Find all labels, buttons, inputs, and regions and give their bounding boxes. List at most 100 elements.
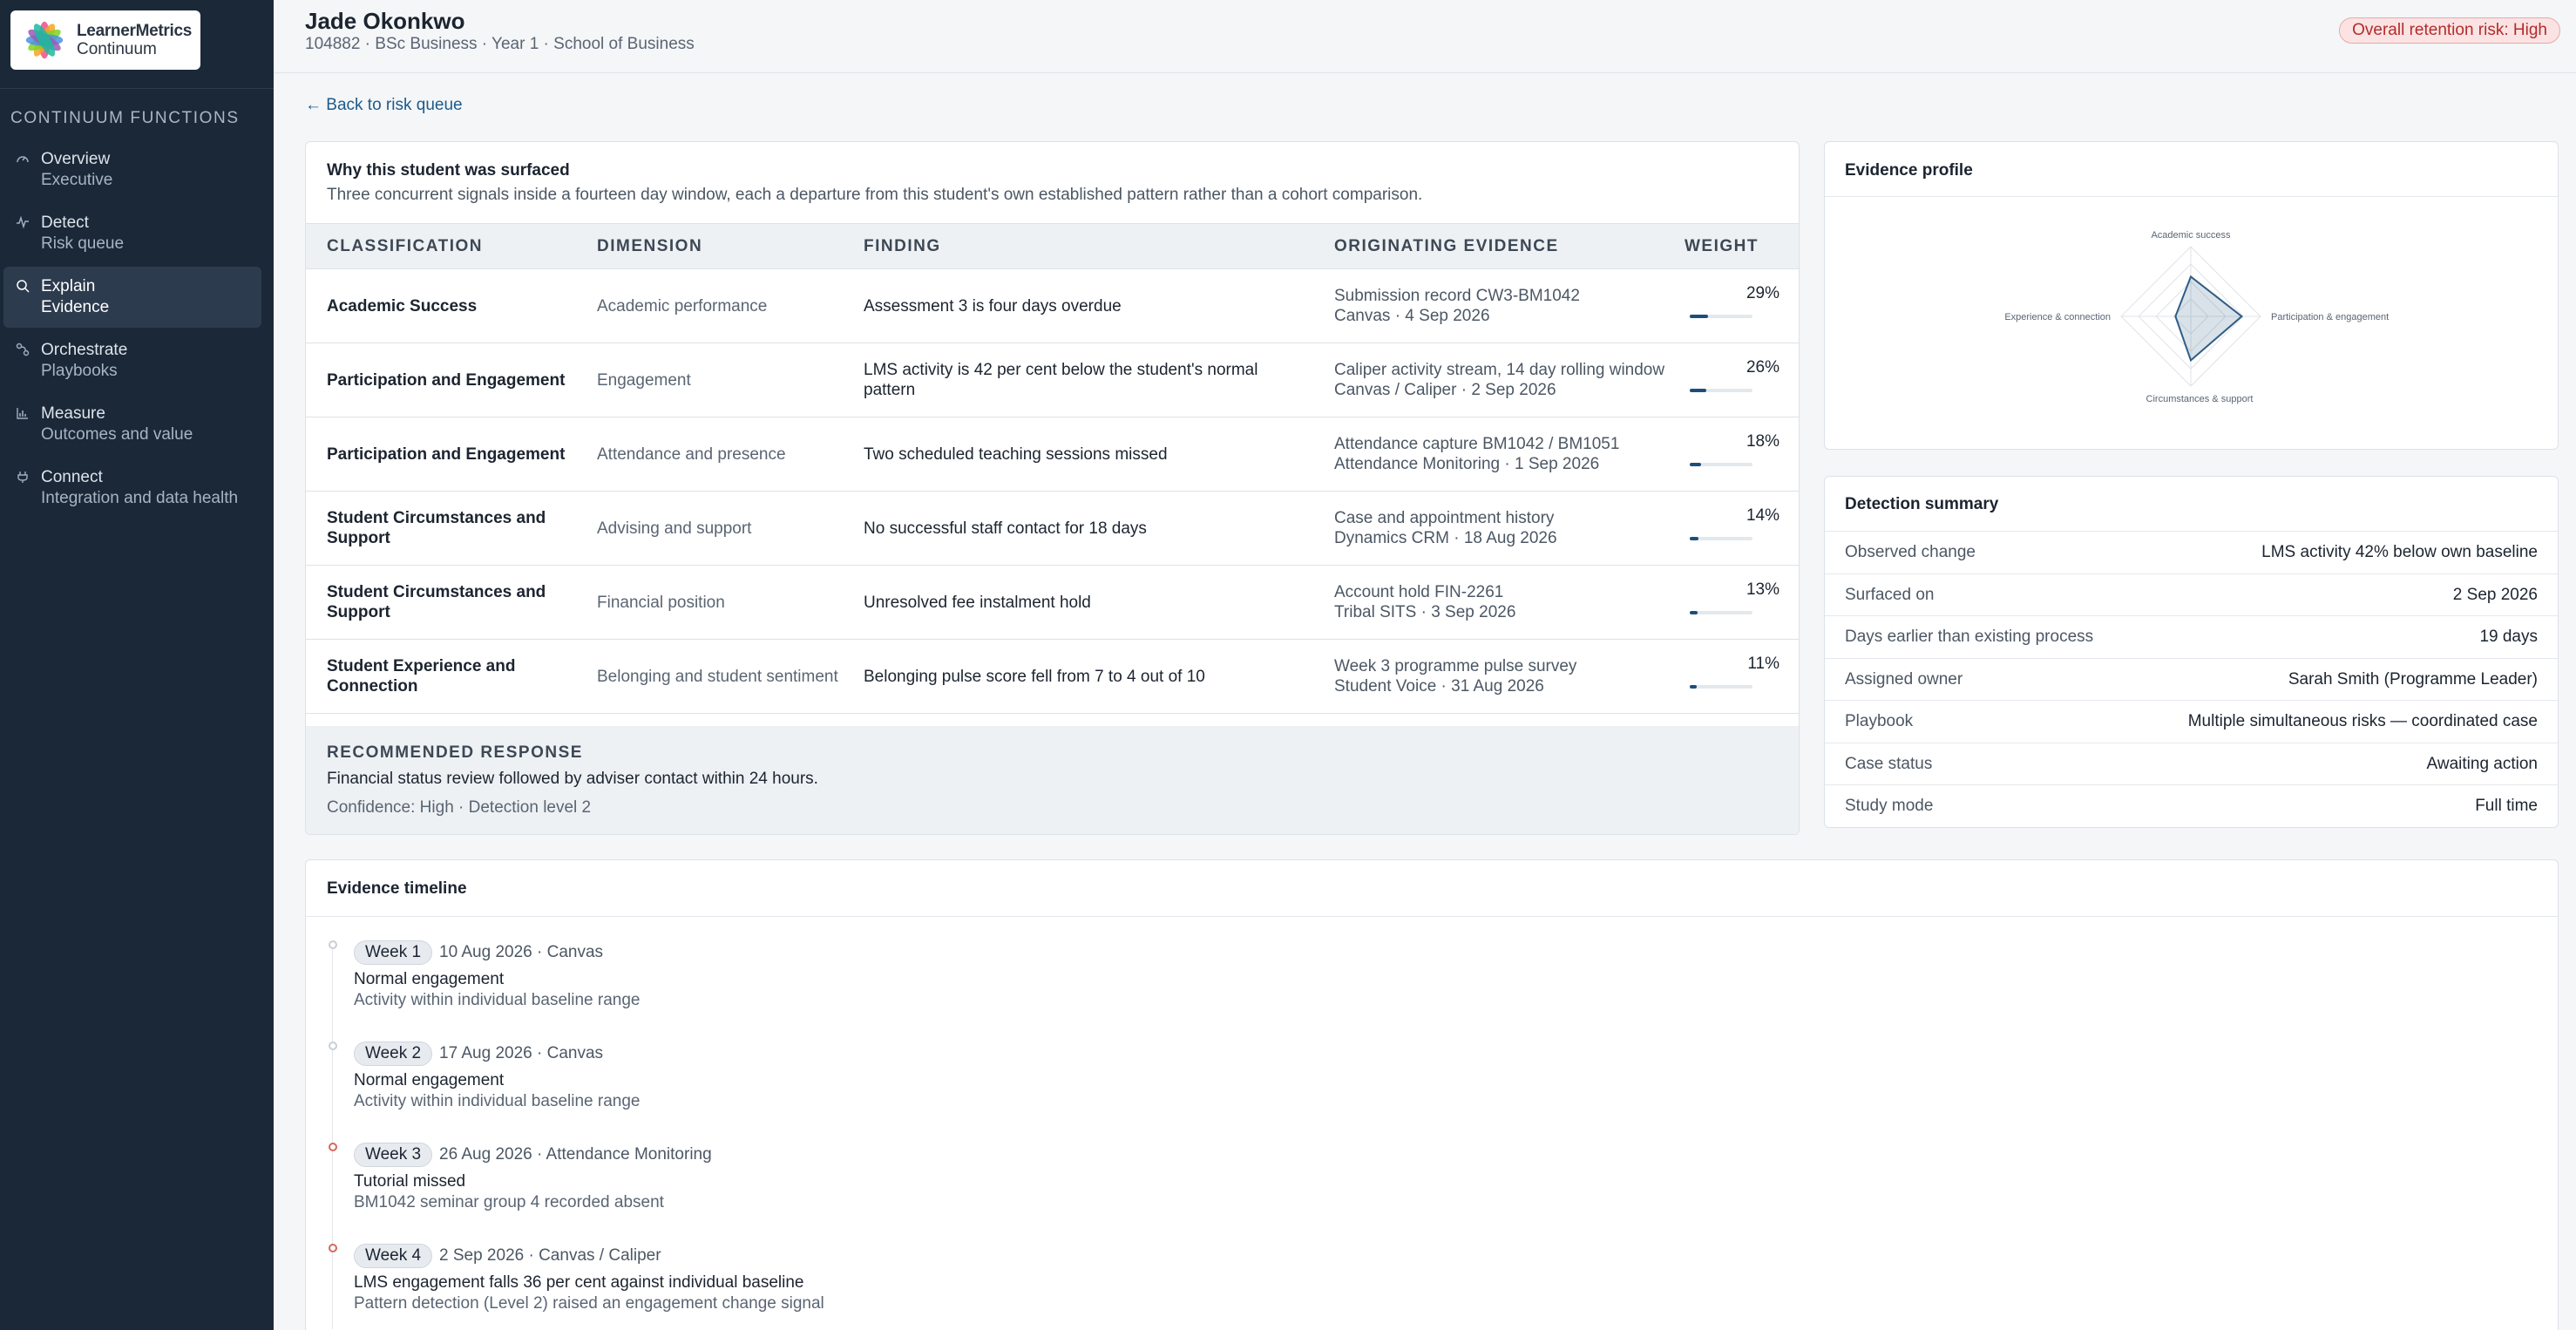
summary-value: LMS activity 42% below own baseline (2261, 543, 2538, 561)
back-to-risk-queue-link[interactable]: ← Back to risk queue (305, 96, 463, 115)
sidebar-item-title: Connect (41, 468, 103, 486)
column-header-originating-evidence[interactable]: ORIGINATING EVIDENCE (1334, 223, 1685, 269)
source-text: · Attendance Monitoring (537, 1145, 712, 1164)
weight-bar (1690, 389, 1752, 392)
weight-bar-fill (1690, 463, 1701, 466)
summary-row: Study mode Full time (1825, 784, 2558, 827)
evidence-source: Submission record CW3-BM1042 (1334, 287, 1580, 305)
logo-mark-icon (25, 21, 64, 59)
evidence-system-date: Tribal SITS · 3 Sep 2026 (1334, 603, 1516, 621)
recommended-text: Financial status review followed by advi… (327, 770, 818, 788)
column-header-classification[interactable]: CLASSIFICATION (306, 223, 597, 269)
divider (306, 916, 2558, 917)
sidebar-item-title: Orchestrate (41, 341, 128, 359)
column-header-dimension[interactable]: DIMENSION (597, 223, 864, 269)
sidebar-item-measure[interactable]: Measure Outcomes and value (3, 394, 261, 455)
sidebar-item-subtitle: Outcomes and value (41, 425, 193, 444)
weight-cell: 29% (1685, 268, 1799, 343)
dimension-cell: Financial position (597, 565, 864, 640)
evidence-source: Caliper activity stream, 14 day rolling … (1334, 361, 1665, 379)
column-header-weight[interactable]: WEIGHT (1685, 223, 1799, 269)
table-row[interactable]: Academic Success Academic performance Asse… (306, 268, 1799, 343)
weight-value: 18% (1746, 432, 1779, 451)
summary-row: Playbook Multiple simultaneous risks — co… (1825, 700, 2558, 743)
timeline-item: Week 2 17 Aug 2026 · Canvas Normal engagem… (306, 1042, 1352, 1137)
sidebar-item-overview[interactable]: Overview Executive (3, 139, 261, 200)
evidence-cell: Case and appointment history Dynamics CRM… (1334, 491, 1685, 566)
logo[interactable]: LearnerMetrics Continuum (10, 10, 200, 70)
finding-cell: Two scheduled teaching sessions missed (864, 417, 1334, 492)
finding-cell: Unresolved fee instalment hold (864, 565, 1334, 640)
summary-label: Study mode (1845, 797, 1934, 815)
evidence-cell: Caliper activity stream, 14 day rolling … (1334, 343, 1685, 417)
student-name: Jade Okonkwo (305, 8, 465, 34)
evidence-source: Attendance capture BM1042 / BM1051 (1334, 435, 1620, 453)
sidebar-item-title: Explain (41, 277, 96, 295)
dimension-cell: Advising and support (597, 491, 864, 566)
summary-value: Multiple simultaneous risks — coordinate… (2187, 712, 2538, 730)
sidebar-item-explain[interactable]: Explain Evidence (3, 267, 261, 328)
summary-label: Observed change (1845, 543, 1976, 561)
weight-bar-fill (1690, 611, 1698, 614)
summary-row: Observed change LMS activity 42% below ow… (1825, 531, 2558, 573)
column-header-finding[interactable]: FINDING (864, 223, 1334, 269)
evidence-table: CLASSIFICATION DIMENSION FINDING ORIGINA… (306, 223, 1799, 714)
table-row[interactable]: Student Circumstances and Support Financi… (306, 565, 1799, 640)
sidebar-item-title: Overview (41, 150, 111, 168)
evidence-profile-panel: Evidence profile Academic success Partici… (1824, 141, 2559, 450)
sidebar-heading: CONTINUUM FUNCTIONS (10, 109, 240, 127)
classification-cell: Academic Success (306, 268, 597, 343)
classification-cell: Student Circumstances and Support (306, 565, 597, 640)
source-text: · Canvas / Caliper (528, 1246, 661, 1265)
timeline-item: Week 1 10 Aug 2026 · Canvas Normal engagem… (306, 940, 1352, 1036)
recommended-response: RECOMMENDED RESPONSE Financial status re… (306, 726, 1799, 834)
radar-axis-label: Circumstances & support (2146, 394, 2254, 404)
risk-badge: Overall retention risk: High (2339, 17, 2560, 44)
dimension-cell: Academic performance (597, 268, 864, 343)
sidebar-item-orchestrate[interactable]: Orchestrate Playbooks (3, 330, 261, 391)
timeline-item: Week 4 2 Sep 2026 · Canvas / Caliper LMS e… (306, 1244, 1352, 1330)
detection-summary-list: Observed change LMS activity 42% below ow… (1825, 531, 2558, 827)
timeline-item: Week 3 26 Aug 2026 · Attendance Monitorin… (306, 1143, 1352, 1238)
summary-row: Days earlier than existing process 19 day… (1825, 615, 2558, 658)
evidence-cell: Attendance capture BM1042 / BM1051 Attend… (1334, 417, 1685, 492)
plug-icon (17, 472, 28, 483)
recommended-label: RECOMMENDED RESPONSE (327, 743, 583, 762)
summary-label: Surfaced on (1845, 585, 1935, 604)
sidebar-item-connect[interactable]: Connect Integration and data health (3, 458, 261, 519)
finding-cell: Belonging pulse score fell from 7 to 4 o… (864, 639, 1334, 714)
table-row[interactable]: Student Experience and Connection Belongi… (306, 639, 1799, 714)
weight-cell: 26% (1685, 343, 1799, 417)
panel-title: Evidence profile (1845, 161, 1973, 180)
table-row[interactable]: Participation and Engagement Attendance a… (306, 417, 1799, 492)
weight-cell: 14% (1685, 491, 1799, 566)
panel-description: Three concurrent signals inside a fourte… (327, 186, 1423, 204)
date-text: 10 Aug 2026 (439, 943, 532, 961)
summary-label: Days earlier than existing process (1845, 628, 2094, 646)
logo-line2: Continuum (77, 40, 157, 58)
summary-value: Full time (2475, 797, 2538, 815)
workflow-icon (16, 343, 30, 356)
sidebar-nav: Overview Executive Detect Risk queue Exp… (3, 139, 261, 521)
sidebar-item-detect[interactable]: Detect Risk queue (3, 203, 261, 264)
weight-value: 26% (1746, 358, 1779, 377)
classification-cell: Student Circumstances and Support (306, 491, 597, 566)
source-text: · Canvas (537, 1044, 604, 1062)
evidence-source: Case and appointment history (1334, 509, 1555, 527)
finding-cell: No successful staff contact for 18 days (864, 491, 1334, 566)
gauge-icon (17, 156, 29, 163)
weight-bar (1690, 685, 1752, 689)
timeline-description: Activity within individual baseline rang… (354, 991, 641, 1009)
dimension-cell: Engagement (597, 343, 864, 417)
weight-bar-fill (1690, 389, 1706, 392)
pulse-icon (17, 215, 29, 229)
dimension-cell: Attendance and presence (597, 417, 864, 492)
week-badge: Week 4 (354, 1244, 433, 1268)
table-row[interactable]: Participation and Engagement Engagement LM… (306, 343, 1799, 417)
week-badge: Week 3 (354, 1143, 433, 1167)
student-meta: 104882 · BSc Business · Year 1 · School … (305, 35, 695, 53)
timeline-title: Normal engagement (354, 1071, 505, 1089)
evidence-system-date: Attendance Monitoring · 1 Sep 2026 (1334, 455, 1600, 473)
table-row[interactable]: Student Circumstances and Support Advisin… (306, 491, 1799, 566)
source-text: · Canvas (537, 943, 604, 961)
